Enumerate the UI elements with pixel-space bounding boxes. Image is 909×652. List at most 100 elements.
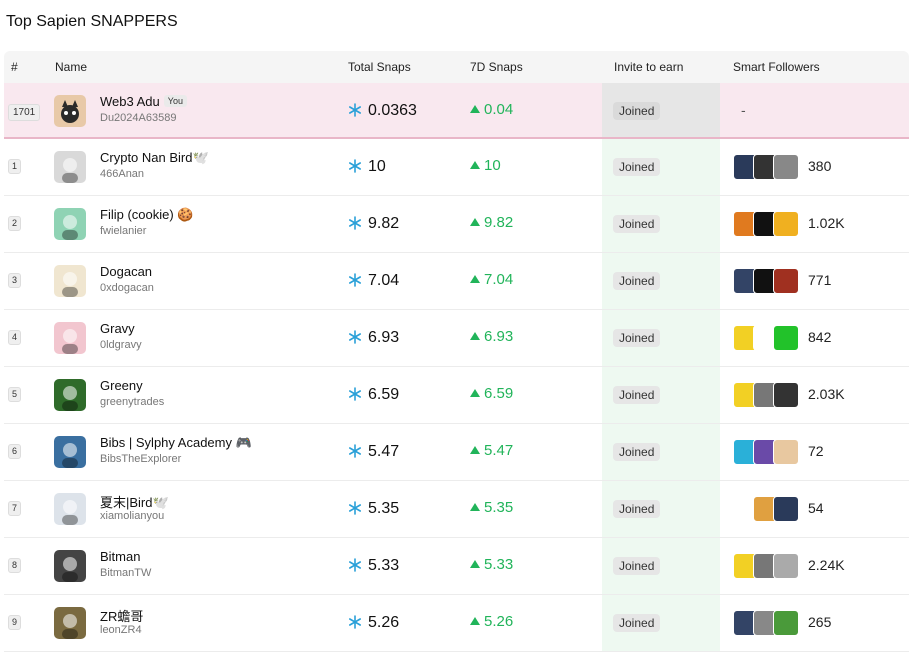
smart-followers-count: 265 [808,614,832,630]
follower-avatar[interactable] [773,496,799,522]
joined-badge[interactable]: Joined [613,386,661,404]
user-name[interactable]: Crypto Nan Bird🕊️ [100,150,209,166]
snap-icon [348,501,361,515]
smart-followers-count: 1.02K [808,215,845,231]
joined-badge[interactable]: Joined [613,158,661,176]
table-row[interactable]: 8 Bitman BitmanTW 5.33 5.33 Joined 2.24K [4,538,909,595]
total-snaps: 9.82 [348,215,399,233]
table-row[interactable]: 1 Crypto Nan Bird🕊️ 466Anan 10 10 Joined 380 [4,139,909,196]
up-arrow-icon [470,446,480,454]
follower-avatar[interactable] [773,268,799,294]
rank-badge: 5 [8,387,22,402]
follower-avatar[interactable] [773,553,799,579]
table-row[interactable]: 9 ZR蟾哥 leonZR4 5.26 5.26 Joined 265 [4,595,909,652]
table-row[interactable]: 6 Bibs | Sylphy Academy 🎮 BibsTheExplorer 5… [4,424,909,481]
snap-icon [348,615,361,629]
user-name[interactable]: Bibs | Sylphy Academy 🎮 [100,435,252,451]
total-snaps-value: 5.26 [368,614,400,631]
user-name[interactable]: Dogacan [100,264,152,279]
user-handle: xiamolianyou [100,510,165,522]
total-snaps-value: 5.35 [368,500,400,517]
follower-avatar[interactable] [773,382,799,408]
avatar[interactable] [54,493,86,525]
snap-icon [348,558,361,572]
follower-avatar[interactable] [773,610,799,636]
up-arrow-icon [470,389,480,397]
my-row[interactable]: 1701 Web3 Adu You Du2024A63589 0.0363 0.0… [4,83,909,139]
col-rank: # [11,60,18,74]
follower-avatar[interactable] [773,154,799,180]
7d-snaps: 9.82 [470,214,513,231]
joined-badge[interactable]: Joined [613,102,661,120]
up-arrow-icon [470,275,480,283]
user-name[interactable]: Gravy [100,321,135,336]
avatar[interactable] [54,607,86,639]
table-row[interactable]: 5 Greeny greenytrades 6.59 6.59 Joined 2.03K [4,367,909,424]
up-arrow-icon [470,105,480,113]
total-snaps-value: 7.04 [368,272,400,289]
user-name[interactable]: Greeny [100,378,143,393]
7d-snaps: 5.35 [470,499,513,516]
joined-badge[interactable]: Joined [613,272,661,290]
joined-badge[interactable]: Joined [613,329,661,347]
total-snaps-value: 0.0363 [368,102,417,119]
avatar[interactable] [54,322,86,354]
rank-badge: 6 [8,444,22,459]
col-total-snaps: Total Snaps [348,60,411,74]
user-name-text: Web3 Adu [100,94,160,109]
joined-badge[interactable]: Joined [613,443,661,461]
avatar[interactable] [54,208,86,240]
total-snaps-value: 6.93 [368,329,400,346]
table-row[interactable]: 7 夏末|Bird🕊️ xiamolianyou 5.35 5.35 Joined 54 [4,481,909,538]
avatar[interactable] [54,151,86,183]
user-name[interactable]: ZR蟾哥 [100,606,143,625]
table-row[interactable]: 3 Dogacan 0xdogacan 7.04 7.04 Joined 771 [4,253,909,310]
smart-followers-count: 771 [808,272,832,288]
7d-snaps: 5.33 [470,556,513,573]
follower-avatar[interactable] [773,439,799,465]
user-name[interactable]: Bitman [100,549,140,564]
joined-badge[interactable]: Joined [613,614,661,632]
user-handle: 0ldgravy [100,339,142,351]
user-handle: BibsTheExplorer [100,453,182,465]
follower-avatar[interactable] [773,211,799,237]
rank-badge: 9 [8,615,22,630]
smart-followers-count: 2.24K [808,557,845,573]
rank-badge: 1701 [8,104,41,121]
page-title: Top Sapien SNAPPERS [6,13,178,30]
follower-avatar[interactable] [773,325,799,351]
avatar[interactable] [54,436,86,468]
avatar[interactable] [54,265,86,297]
avatar[interactable] [54,550,86,582]
user-name[interactable]: Filip (cookie) 🍪 [100,207,193,223]
7d-snaps-value: 6.59 [484,385,514,402]
total-snaps-value: 10 [368,158,386,175]
avatar[interactable] [54,379,86,411]
table-row[interactable]: 2 Filip (cookie) 🍪 fwielanier 9.82 9.82 Joine… [4,196,909,253]
snap-icon [348,159,361,173]
up-arrow-icon [470,332,480,340]
smart-followers-count: 842 [808,329,832,345]
total-snaps: 5.33 [348,557,399,575]
smart-followers-empty: - [741,102,746,118]
total-snaps-value: 9.82 [368,215,400,232]
snap-icon [348,330,361,344]
up-arrow-icon [470,218,480,226]
user-name[interactable]: 夏末|Bird🕊️ [100,492,169,511]
table-row[interactable]: 4 Gravy 0ldgravy 6.93 6.93 Joined 842 [4,310,909,367]
user-name[interactable]: Web3 Adu You [100,94,187,109]
7d-snaps-value: 0.04 [484,101,514,118]
7d-snaps: 10 [470,157,501,174]
snap-icon [348,216,361,230]
user-handle: Du2024A63589 [100,112,177,124]
joined-badge[interactable]: Joined [613,557,661,575]
7d-snaps: 5.26 [470,613,513,630]
total-snaps: 6.93 [348,329,399,347]
user-handle: fwielanier [100,225,147,237]
joined-badge[interactable]: Joined [613,500,661,518]
up-arrow-icon [470,617,480,625]
rank-badge: 2 [8,216,22,231]
joined-badge[interactable]: Joined [613,215,661,233]
snap-icon [348,273,361,287]
total-snaps: 5.35 [348,500,399,518]
